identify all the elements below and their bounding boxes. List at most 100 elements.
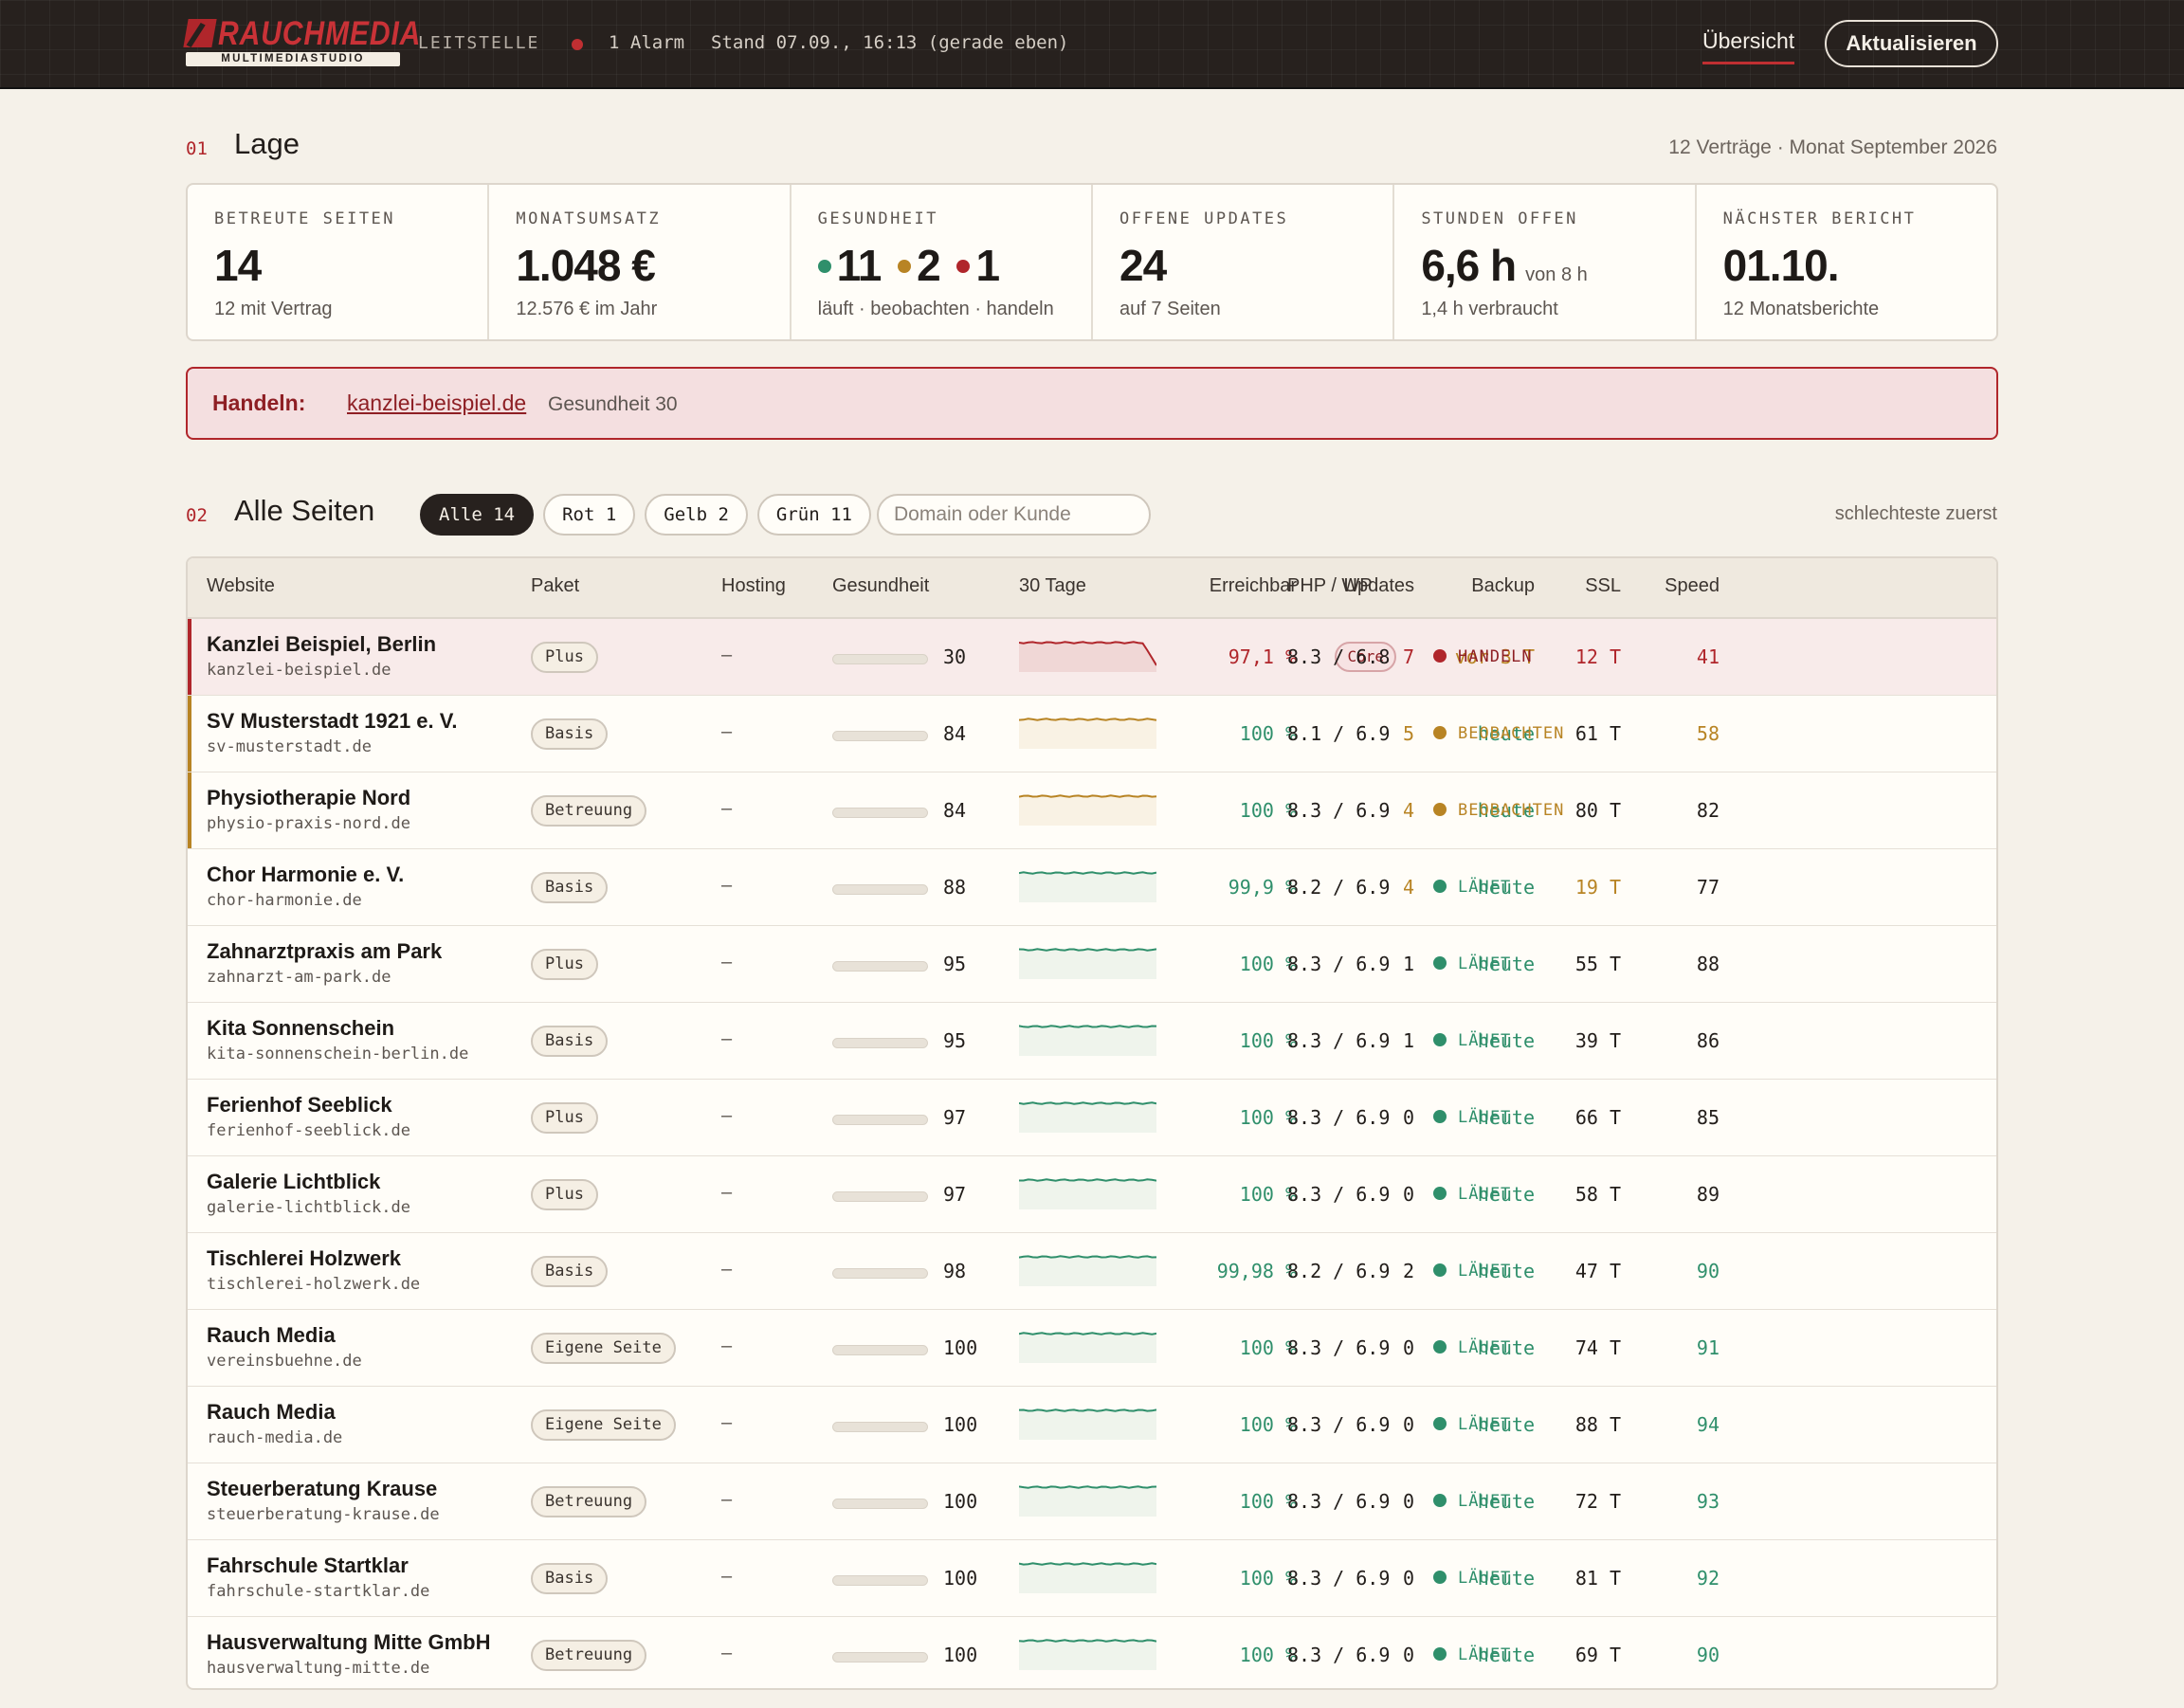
site-name[interactable]: SV Musterstadt 1921 e. V. <box>207 709 458 734</box>
sparkline-area <box>1019 642 1156 672</box>
status-dot-icon <box>1433 649 1447 663</box>
site-domain[interactable]: kanzlei-beispiel.de <box>207 661 391 680</box>
updates-count: 4 <box>1402 799 1414 822</box>
filter-all[interactable]: Alle 14 <box>420 494 535 536</box>
site-name[interactable]: Fahrschule Startklar <box>207 1554 409 1578</box>
status-label: LÄUFT <box>1458 1031 1512 1050</box>
col-trend[interactable]: 30 Tage <box>1019 575 1086 597</box>
package-badge: Basis <box>531 1026 609 1057</box>
col-health[interactable]: Gesundheit <box>832 575 929 597</box>
site-domain[interactable]: sv-musterstadt.de <box>207 737 372 756</box>
ssl-days: 19 T <box>1574 876 1621 899</box>
health-score: 100 <box>943 1644 978 1666</box>
kpi-card-report: NÄCHSTER BERICHT 01.10. 12 Monatsbericht… <box>1697 185 1996 339</box>
site-name[interactable]: Chor Harmonie e. V. <box>207 863 404 887</box>
table-row[interactable]: Zahnarztpraxis am Park zahnarzt-am-park.d… <box>188 926 1996 1003</box>
site-name[interactable]: Kita Sonnenschein <box>207 1016 394 1041</box>
table-row[interactable]: Rauch Media vereinsbuehne.de Eigene Seite –… <box>188 1310 1996 1387</box>
updates-count: 1 <box>1402 1029 1414 1052</box>
table-row[interactable]: Hausverwaltung Mitte GmbH hausverwaltung-… <box>188 1617 1996 1688</box>
table-row[interactable]: SV Musterstadt 1921 e. V. sv-musterstadt.… <box>188 696 1996 772</box>
table-row[interactable]: Chor Harmonie e. V. chor-harmonie.de Basis… <box>188 849 1996 926</box>
kpi-card-sites: BETREUTE SEITEN 14 12 mit Vertrag <box>188 185 490 339</box>
hosting-value: – <box>721 1259 733 1280</box>
package-badge: Betreuung <box>531 1486 647 1517</box>
site-domain[interactable]: rauch-media.de <box>207 1428 342 1447</box>
site-domain[interactable]: physio-praxis-nord.de <box>207 814 410 833</box>
site-domain[interactable]: fahrschule-startklar.de <box>207 1582 429 1601</box>
table-row[interactable]: Galerie Lichtblick galerie-lichtblick.de P… <box>188 1156 1996 1233</box>
site-domain[interactable]: kita-sonnenschein-berlin.de <box>207 1045 468 1063</box>
php-wp-version: 8.3 / 6.9 <box>1287 1183 1391 1206</box>
site-domain[interactable]: vereinsbuehne.de <box>207 1352 362 1371</box>
sort-toggle[interactable]: schlechteste zuerst <box>1835 503 1997 525</box>
site-name[interactable]: Ferienhof Seeblick <box>207 1093 392 1117</box>
status-badge: LÄUFT <box>1433 1415 1511 1434</box>
section-title-lage: Lage <box>234 127 300 160</box>
hosting-value: – <box>721 1336 733 1356</box>
col-hosting[interactable]: Hosting <box>721 575 786 597</box>
filter-green[interactable]: Grün 11 <box>756 494 871 536</box>
site-name[interactable]: Tischlerei Holzwerk <box>207 1246 401 1271</box>
updates-count: 0 <box>1402 1183 1414 1206</box>
site-name[interactable]: Physiotherapie Nord <box>207 786 410 810</box>
trend-sparkline <box>1019 1408 1156 1440</box>
package-badge: Eigene Seite <box>531 1333 676 1364</box>
search-input[interactable] <box>877 494 1151 536</box>
status-dot-icon <box>1433 803 1447 816</box>
table-row[interactable]: Ferienhof Seeblick ferienhof-seeblick.de P… <box>188 1080 1996 1156</box>
sparkline-area <box>1019 795 1156 826</box>
col-php-wp[interactable]: PHP / WP <box>1287 575 1373 597</box>
table-row[interactable]: Steuerberatung Krause steuerberatung-krau… <box>188 1463 1996 1540</box>
sparkline-line <box>1019 1562 1156 1566</box>
hosting-value: – <box>721 1412 733 1433</box>
rauchmedia-logo[interactable]: RAUCHMEDIA MULTIMEDIASTUDIO <box>183 15 420 68</box>
alert-site-link[interactable]: kanzlei-beispiel.de <box>347 391 526 416</box>
site-domain[interactable]: galerie-lichtblick.de <box>207 1198 410 1217</box>
site-name[interactable]: Galerie Lichtblick <box>207 1170 380 1194</box>
filter-red[interactable]: Rot 1 <box>543 494 636 536</box>
site-name[interactable]: Hausverwaltung Mitte GmbH <box>207 1630 490 1655</box>
php-wp-version: 8.2 / 6.9 <box>1287 876 1391 899</box>
package-badge: Plus <box>531 1179 598 1210</box>
sparkline-line <box>1019 1255 1156 1259</box>
table-row[interactable]: Rauch Media rauch-media.de Eigene Seite – 10… <box>188 1387 1996 1463</box>
site-domain[interactable]: chor-harmonie.de <box>207 891 362 910</box>
site-domain[interactable]: steuerberatung-krause.de <box>207 1505 440 1524</box>
site-name[interactable]: Rauch Media <box>207 1323 336 1348</box>
php-wp-version: 8.1 / 6.9 <box>1287 722 1391 745</box>
col-reachable[interactable]: Erreichbar <box>1210 575 1297 597</box>
nav-overview-tab[interactable]: Übersicht <box>1702 28 1795 64</box>
table-row[interactable]: Kanzlei Beispiel, Berlin kanzlei-beispiel… <box>188 619 1996 696</box>
site-domain[interactable]: tischlerei-holzwerk.de <box>207 1275 420 1294</box>
table-row[interactable]: Physiotherapie Nord physio-praxis-nord.de… <box>188 772 1996 849</box>
trend-sparkline <box>1019 1332 1156 1363</box>
site-domain[interactable]: ferienhof-seeblick.de <box>207 1121 410 1140</box>
updates-count: 1 <box>1402 953 1414 975</box>
col-package[interactable]: Paket <box>531 575 579 597</box>
site-domain[interactable]: hausverwaltung-mitte.de <box>207 1659 429 1678</box>
kpi-label: NÄCHSTER BERICHT <box>1722 209 1917 228</box>
col-website[interactable]: Website <box>207 575 275 597</box>
site-domain[interactable]: zahnarzt-am-park.de <box>207 968 391 987</box>
speed-score: 90 <box>1696 1644 1720 1666</box>
kpi-sub: 12 Monatsberichte <box>1722 299 1880 319</box>
status-badge: LÄUFT <box>1433 1262 1511 1281</box>
site-name[interactable]: Rauch Media <box>207 1400 336 1425</box>
alarm-count[interactable]: 1 Alarm <box>609 32 684 53</box>
site-name[interactable]: Kanzlei Beispiel, Berlin <box>207 632 436 657</box>
site-name[interactable]: Zahnarztpraxis am Park <box>207 939 442 964</box>
site-name[interactable]: Steuerberatung Krause <box>207 1477 437 1501</box>
filter-yellow[interactable]: Gelb 2 <box>645 494 748 536</box>
hosting-value: – <box>721 875 733 896</box>
col-speed[interactable]: Speed <box>1665 575 1720 597</box>
col-ssl[interactable]: SSL <box>1585 575 1621 597</box>
table-row[interactable]: Kita Sonnenschein kita-sonnenschein-berli… <box>188 1003 1996 1080</box>
ssl-days: 39 T <box>1574 1029 1621 1052</box>
status-dot-icon <box>1433 880 1447 893</box>
trend-sparkline <box>1019 1485 1156 1517</box>
table-row[interactable]: Fahrschule Startklar fahrschule-startklar… <box>188 1540 1996 1617</box>
table-row[interactable]: Tischlerei Holzwerk tischlerei-holzwerk.d… <box>188 1233 1996 1310</box>
refresh-button[interactable]: Aktualisieren <box>1825 20 1998 67</box>
col-backup[interactable]: Backup <box>1471 575 1535 597</box>
